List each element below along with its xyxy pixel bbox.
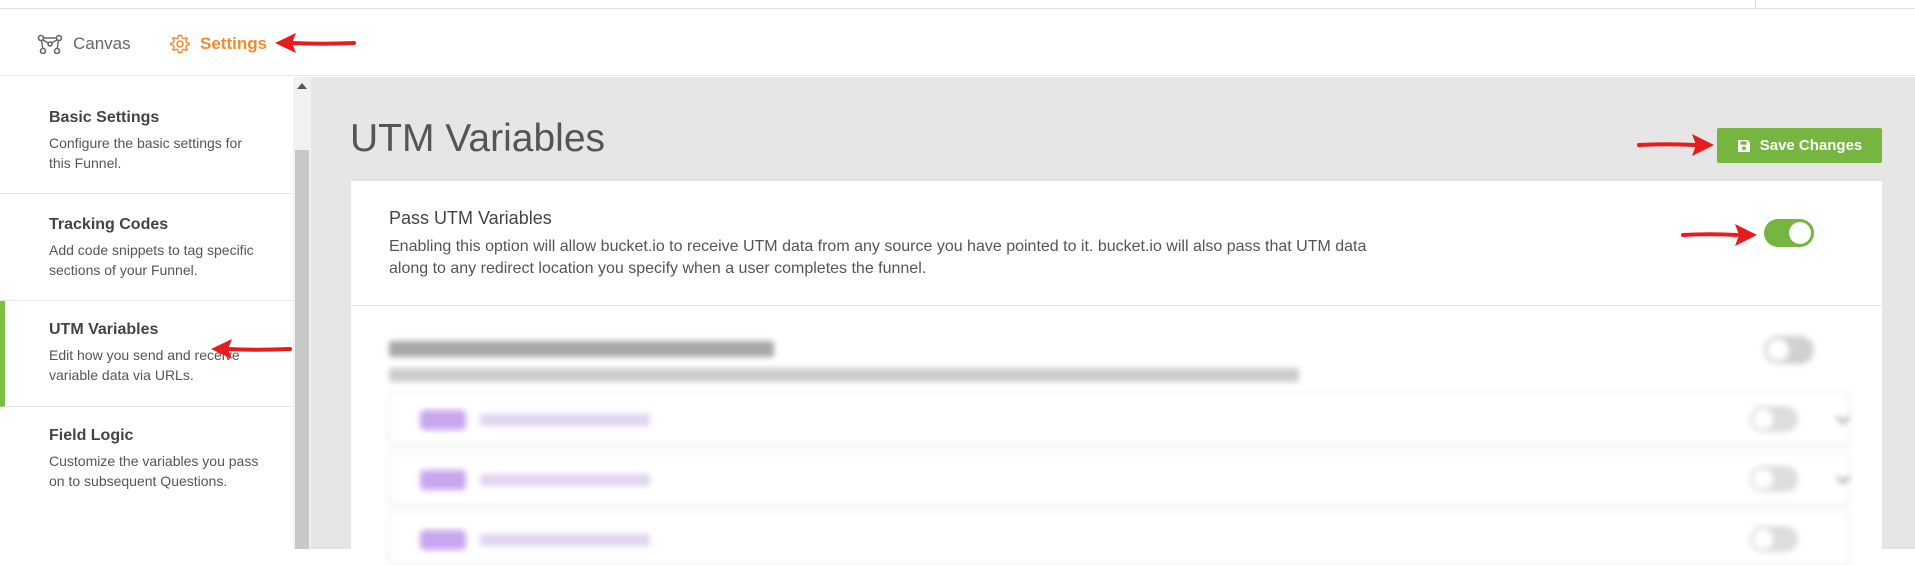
settings-sidebar: Basic Settings Configure the basic setti… xyxy=(0,77,296,549)
blurred-section-title xyxy=(389,341,774,357)
sidebar-item-title: Field Logic xyxy=(49,427,134,444)
blurred-tag xyxy=(420,530,466,550)
annotation-arrow-save xyxy=(1637,134,1714,156)
toggle-knob xyxy=(1789,222,1811,244)
blurred-item-toggle[interactable] xyxy=(1750,406,1798,432)
blurred-item-toggle[interactable] xyxy=(1750,466,1798,492)
scrollbar-thumb[interactable] xyxy=(295,150,309,549)
sidebar-item-tracking-codes[interactable]: Tracking Codes Add code snippets to tag … xyxy=(0,194,292,301)
utm-settings-card: Pass UTM Variables Enabling this option … xyxy=(351,181,1882,565)
page-title: UTM Variables xyxy=(350,117,606,160)
sidebar-item-desc: Configure the basic settings for this Fu… xyxy=(49,135,242,171)
toggle-knob xyxy=(1767,339,1789,361)
sidebar-item-desc: Customize the variables you pass on to s… xyxy=(49,453,259,489)
blurred-content xyxy=(351,306,1882,565)
tab-settings-label: Settings xyxy=(200,34,268,53)
tab-canvas[interactable]: Canvas xyxy=(37,31,131,57)
main-content: UTM Variables Save Changes Pass UTM Vari… xyxy=(311,77,1915,565)
blurred-tag xyxy=(420,410,466,430)
annotation-arrow-toggle xyxy=(1681,224,1757,246)
annotation-arrow-utm-sidebar xyxy=(211,339,292,359)
chevron-down-icon[interactable] xyxy=(1835,469,1851,485)
sidebar-scrollbar[interactable] xyxy=(293,77,311,549)
blurred-text xyxy=(480,474,650,486)
gear-icon xyxy=(170,34,190,54)
annotation-arrow-settings xyxy=(275,33,356,53)
sidebar-item-desc: Add code snippets to tag specific sectio… xyxy=(49,242,254,278)
blurred-tag xyxy=(420,470,466,490)
tab-canvas-label: Canvas xyxy=(73,34,131,53)
blurred-section-toggle[interactable] xyxy=(1764,336,1814,364)
pass-utm-description: Enabling this option will allow bucket.i… xyxy=(389,238,1367,277)
pass-utm-row: Pass UTM Variables Enabling this option … xyxy=(351,181,1882,306)
blurred-item-toggle[interactable] xyxy=(1750,526,1798,552)
blurred-list-item[interactable] xyxy=(389,393,1851,445)
sidebar-item-title: Tracking Codes xyxy=(49,216,169,233)
floppy-disk-icon xyxy=(1737,139,1750,152)
sidebar-item-field-logic[interactable]: Field Logic Customize the variables you … xyxy=(0,407,292,549)
top-navbar: Canvas Settings xyxy=(0,9,1915,76)
top-strip xyxy=(0,0,1915,9)
save-changes-button[interactable]: Save Changes xyxy=(1717,128,1882,163)
sidebar-item-basic-settings[interactable]: Basic Settings Configure the basic setti… xyxy=(0,77,292,194)
tab-settings[interactable]: Settings xyxy=(170,31,267,57)
pass-utm-title: Pass UTM Variables xyxy=(389,208,552,228)
blurred-text xyxy=(480,414,650,426)
top-strip-divider xyxy=(1755,0,1756,9)
blurred-text xyxy=(480,534,650,546)
pass-utm-toggle[interactable] xyxy=(1764,219,1814,247)
sidebar-item-title: Basic Settings xyxy=(49,109,160,126)
save-changes-label: Save Changes xyxy=(1759,137,1863,154)
chevron-down-icon[interactable] xyxy=(1835,409,1851,425)
blurred-list-item[interactable] xyxy=(389,453,1851,505)
canvas-icon xyxy=(37,34,63,54)
blurred-section-desc xyxy=(389,368,1299,382)
scroll-up-arrow-icon[interactable] xyxy=(297,83,307,89)
blurred-list-item[interactable] xyxy=(389,513,1849,565)
